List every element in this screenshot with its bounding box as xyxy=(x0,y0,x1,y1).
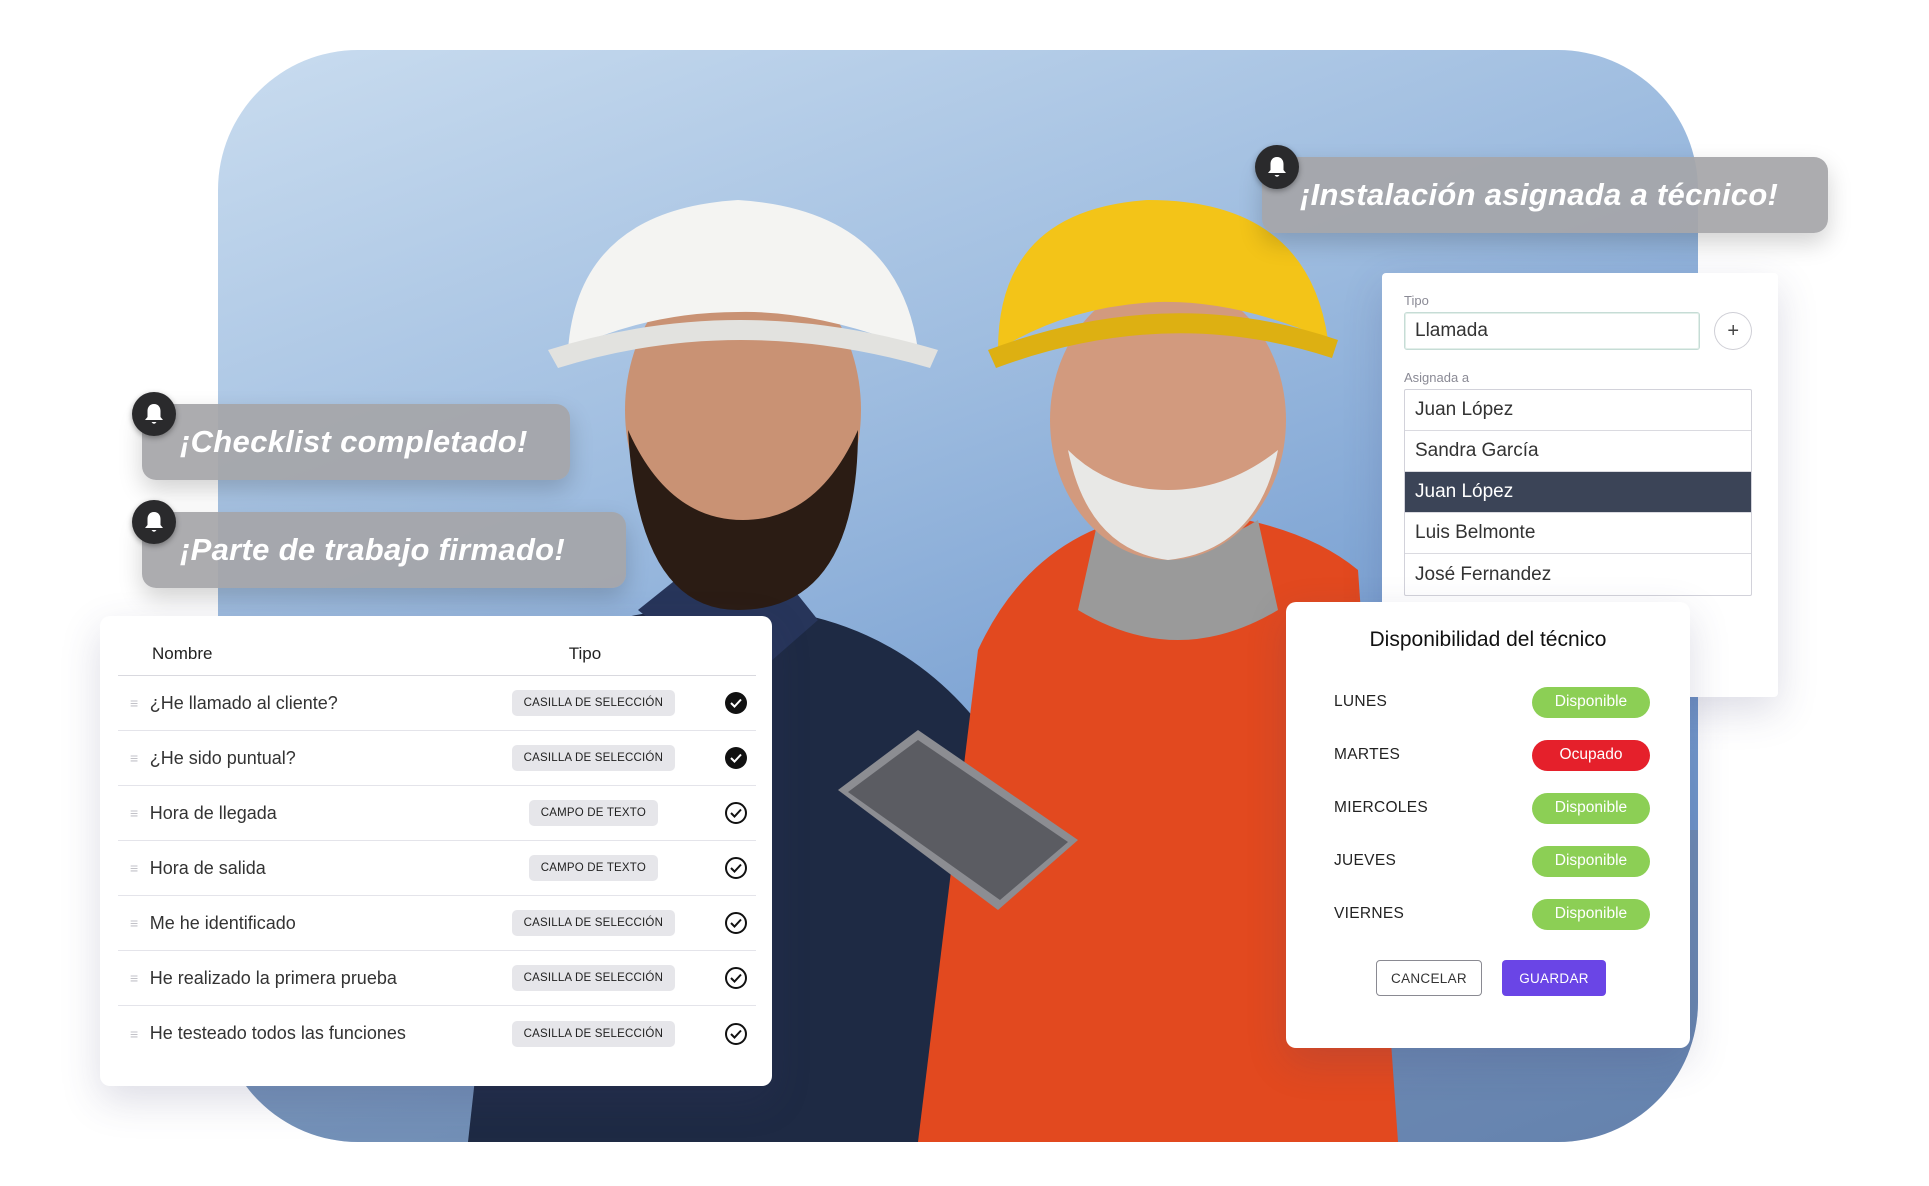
cancel-button[interactable]: CANCELAR xyxy=(1376,960,1482,996)
availability-row: JUEVES Disponible xyxy=(1334,845,1650,877)
table-header: Nombre Tipo xyxy=(118,632,756,676)
availability-row: MIERCOLES Disponible xyxy=(1334,792,1650,824)
bell-icon xyxy=(132,392,176,436)
tipo-label: Tipo xyxy=(1404,293,1429,308)
type-chip: CASILLA DE SELECCIÓN xyxy=(511,910,676,936)
notification-text: ¡Instalación asignada a técnico! xyxy=(1300,177,1779,212)
bell-icon xyxy=(132,500,176,544)
status-badge[interactable]: Ocupado xyxy=(1532,739,1650,771)
type-chip: CASILLA DE SELECCIÓN xyxy=(511,965,676,991)
table-row[interactable]: ≡ Hora de salida CAMPO DE TEXTO xyxy=(118,841,756,896)
row-name: ¿He sido puntual? xyxy=(149,747,296,768)
type-chip: CASILLA DE SELECCIÓN xyxy=(511,690,676,716)
notification-checklist-completed: ¡Checklist completado! xyxy=(142,404,570,480)
row-name: ¿He llamado al cliente? xyxy=(149,692,338,713)
header-name: Nombre xyxy=(152,643,213,663)
table-row[interactable]: ≡ He testeado todos las funciones CASILLA … xyxy=(118,1006,756,1061)
check-circle-icon[interactable] xyxy=(725,747,748,769)
asignada-label: Asignada a xyxy=(1404,370,1470,385)
table-row[interactable]: ≡ He realizado la primera prueba CASILLA D… xyxy=(118,951,756,1006)
row-name: He realizado la primera prueba xyxy=(149,967,397,988)
notification-installation-assigned: ¡Instalación asignada a técnico! xyxy=(1262,157,1828,233)
check-circle-icon[interactable] xyxy=(725,802,748,824)
drag-handle-icon[interactable]: ≡ xyxy=(118,970,150,986)
tipo-input[interactable]: Llamada xyxy=(1404,312,1701,350)
availability-row: LUNES Disponible xyxy=(1334,686,1650,718)
day-label: MARTES xyxy=(1334,746,1401,763)
check-circle-icon[interactable] xyxy=(725,857,748,879)
type-chip: CAMPO DE TEXTO xyxy=(528,855,658,881)
drag-handle-icon[interactable]: ≡ xyxy=(118,695,150,711)
check-circle-icon[interactable] xyxy=(725,692,748,714)
table-row[interactable]: ≡ ¿He sido puntual? CASILLA DE SELECCIÓN xyxy=(118,731,756,786)
status-badge[interactable]: Disponible xyxy=(1532,686,1650,718)
assignee-option[interactable]: Luis Belmonte xyxy=(1405,513,1751,554)
availability-row: MARTES Ocupado xyxy=(1334,739,1650,771)
notification-work-report-signed: ¡Parte de trabajo firmado! xyxy=(142,512,626,588)
notification-text: ¡Parte de trabajo firmado! xyxy=(180,532,566,567)
status-badge[interactable]: Disponible xyxy=(1532,898,1650,930)
drag-handle-icon[interactable]: ≡ xyxy=(118,805,150,821)
table-row[interactable]: ≡ Hora de llegada CAMPO DE TEXTO xyxy=(118,786,756,841)
assignee-option[interactable]: Sandra García xyxy=(1405,431,1751,472)
availability-card: Disponibilidad del técnico LUNES Disponib… xyxy=(1286,602,1690,1048)
day-label: MIERCOLES xyxy=(1334,799,1428,816)
assignee-option[interactable]: Juan López xyxy=(1405,472,1751,513)
availability-title: Disponibilidad del técnico xyxy=(1369,628,1607,651)
row-name: Hora de llegada xyxy=(149,802,277,823)
add-button[interactable]: + xyxy=(1714,312,1752,350)
save-button[interactable]: GUARDAR xyxy=(1502,960,1606,996)
drag-handle-icon[interactable]: ≡ xyxy=(118,750,150,766)
table-row[interactable]: ≡ Me he identificado CASILLA DE SELECCIÓN xyxy=(118,896,756,951)
type-chip: CASILLA DE SELECCIÓN xyxy=(511,745,676,771)
notification-text: ¡Checklist completado! xyxy=(180,424,528,459)
drag-handle-icon[interactable]: ≡ xyxy=(118,915,150,931)
availability-row: VIERNES Disponible xyxy=(1334,898,1650,930)
bell-icon xyxy=(1255,145,1299,189)
type-chip: CAMPO DE TEXTO xyxy=(528,800,658,826)
assignee-list: Juan López Sandra García Juan López Luis Be… xyxy=(1404,389,1752,596)
status-badge[interactable]: Disponible xyxy=(1532,845,1650,877)
row-name: Me he identificado xyxy=(149,912,296,933)
check-circle-icon[interactable] xyxy=(725,967,748,989)
drag-handle-icon[interactable]: ≡ xyxy=(118,860,150,876)
header-type: Tipo xyxy=(568,643,602,663)
assignee-option[interactable]: Juan López xyxy=(1405,390,1751,431)
check-circle-icon[interactable] xyxy=(725,1022,748,1045)
day-label: VIERNES xyxy=(1334,905,1405,922)
table-row[interactable]: ≡ ¿He llamado al cliente? CASILLA DE SELEC… xyxy=(118,676,756,731)
type-chip: CASILLA DE SELECCIÓN xyxy=(511,1020,676,1047)
row-name: He testeado todos las funciones xyxy=(149,1023,406,1043)
drag-handle-icon[interactable]: ≡ xyxy=(118,1026,150,1042)
check-circle-icon[interactable] xyxy=(725,912,748,934)
day-label: LUNES xyxy=(1334,693,1388,710)
assignee-option[interactable]: José Fernandez xyxy=(1405,554,1751,595)
checklist-table: Nombre Tipo ≡ ¿He llamado al cliente? CASI… xyxy=(100,616,772,1086)
day-label: JUEVES xyxy=(1334,852,1397,869)
row-name: Hora de salida xyxy=(149,857,266,878)
status-badge[interactable]: Disponible xyxy=(1532,792,1650,824)
